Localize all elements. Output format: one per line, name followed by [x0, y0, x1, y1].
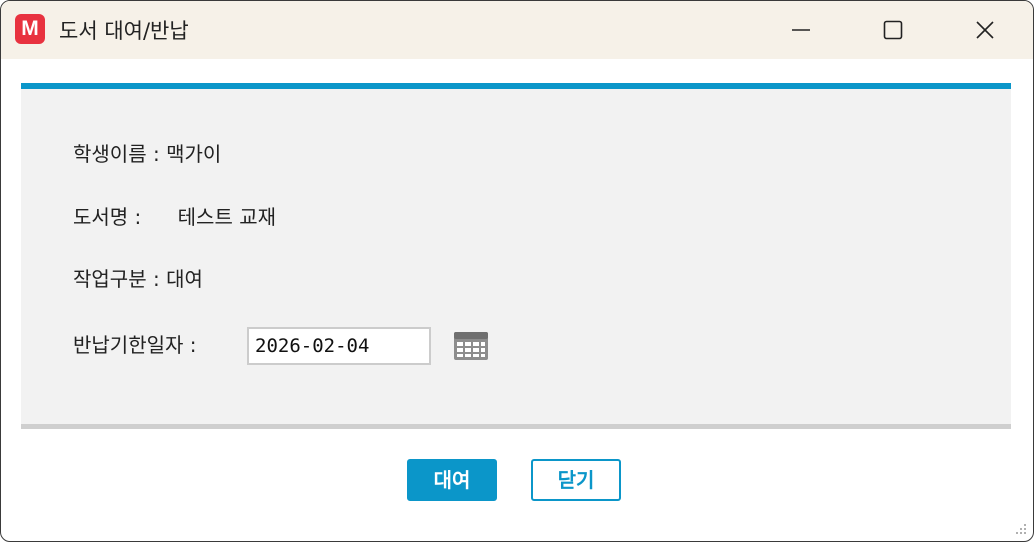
close-window-button[interactable] [939, 1, 1031, 59]
task-type-value: 대여 [166, 267, 203, 291]
task-type-row: 작업구분 : 대여 [73, 263, 203, 292]
minimize-icon [792, 29, 810, 31]
resize-grip-icon[interactable] [1015, 523, 1027, 535]
window-title: 도서 대여/반납 [59, 19, 189, 43]
panel-top-border [21, 83, 1011, 89]
minimize-button[interactable] [755, 1, 847, 59]
student-name-value: 맥가이 [166, 142, 222, 166]
panel-bottom-border [21, 424, 1011, 429]
close-button[interactable]: 닫기 [531, 459, 621, 501]
calendar-icon[interactable] [453, 331, 489, 361]
maximize-button[interactable] [847, 1, 939, 59]
task-type-label: 작업구분 : [73, 267, 160, 291]
due-date-input[interactable]: 2026-02-04 [247, 327, 431, 365]
form-panel: 학생이름 : 맥가이 도서명 : 테스트 교재 작업구분 : 대여 반납기한일자… [21, 83, 1011, 429]
book-title-value: 테스트 교재 [177, 205, 277, 229]
title-bar[interactable]: M 도서 대여/반납 [1, 1, 1033, 59]
book-title-row: 도서명 : 테스트 교재 [73, 201, 276, 230]
student-name-row: 학생이름 : 맥가이 [73, 138, 221, 167]
dialog-window: M 도서 대여/반납 학생이름 : 맥가이 도서명 : 테스트 교재 작업구분 … [0, 0, 1034, 542]
student-name-label: 학생이름 : [73, 142, 160, 166]
book-title-label: 도서명 : [73, 205, 142, 229]
app-logo-icon: M [15, 14, 45, 44]
due-date-label: 반납기한일자 : [73, 333, 197, 357]
rent-button[interactable]: 대여 [407, 459, 497, 501]
maximize-icon [883, 20, 903, 40]
close-icon [976, 21, 994, 39]
